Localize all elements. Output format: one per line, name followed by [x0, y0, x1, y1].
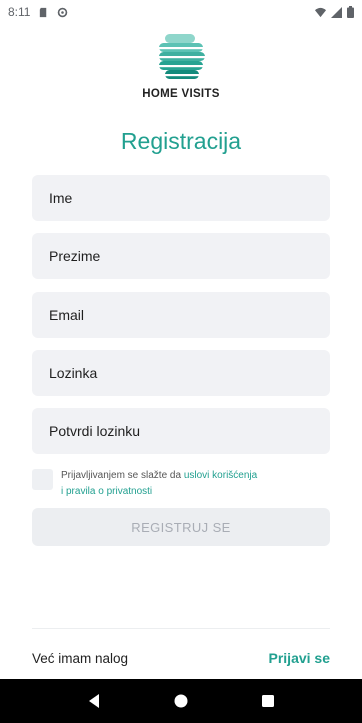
- terms-row: Prijavljivanjem se slažte da uslovi kori…: [32, 468, 330, 499]
- confirm-password-placeholder: Potvrdi lozinku: [49, 423, 141, 439]
- register-button[interactable]: REGISTRUJ SE: [32, 508, 330, 546]
- brand-name: HOME VISITS: [142, 88, 220, 100]
- divider: [32, 628, 330, 629]
- password-field[interactable]: Lozinka: [32, 350, 330, 396]
- home-button[interactable]: [161, 681, 201, 721]
- sd-card-icon: [40, 7, 47, 17]
- terms-text: Prijavljivanjem se slažte da uslovi kori…: [61, 468, 257, 499]
- home-visits-logo-icon: [159, 34, 205, 79]
- sync-icon: [58, 7, 68, 17]
- privacy-policy-link[interactable]: i pravila o privatnosti: [61, 486, 152, 497]
- login-link[interactable]: Prijavi se: [269, 650, 331, 666]
- has-account-text: Već imam nalog: [32, 651, 129, 666]
- password-placeholder: Lozinka: [49, 365, 98, 381]
- recents-button[interactable]: [248, 681, 288, 721]
- last-name-field[interactable]: Prezime: [32, 233, 330, 279]
- battery-icon: [347, 6, 354, 18]
- navigation-bar: [0, 679, 362, 723]
- signal-icon: [331, 6, 342, 18]
- confirm-password-field[interactable]: Potvrdi lozinku: [32, 408, 330, 454]
- terms-of-use-link[interactable]: uslovi korišćenja: [184, 470, 257, 481]
- email-field[interactable]: Email: [32, 292, 330, 338]
- back-icon: [88, 694, 99, 708]
- email-placeholder: Email: [49, 307, 85, 323]
- recents-icon: [262, 695, 275, 707]
- first-name-field[interactable]: Ime: [32, 175, 330, 221]
- wifi-icon: [315, 7, 326, 17]
- last-name-placeholder: Prezime: [49, 248, 101, 264]
- first-name-placeholder: Ime: [49, 190, 73, 206]
- status-time: 8:11: [8, 5, 31, 19]
- terms-prefix: Prijavljivanjem se slažte da: [61, 470, 184, 481]
- home-icon: [174, 694, 188, 708]
- terms-checkbox[interactable]: [32, 469, 53, 490]
- status-bar: 8:11: [0, 0, 362, 24]
- back-button[interactable]: [74, 681, 114, 721]
- page-title: Registracija: [120, 128, 242, 154]
